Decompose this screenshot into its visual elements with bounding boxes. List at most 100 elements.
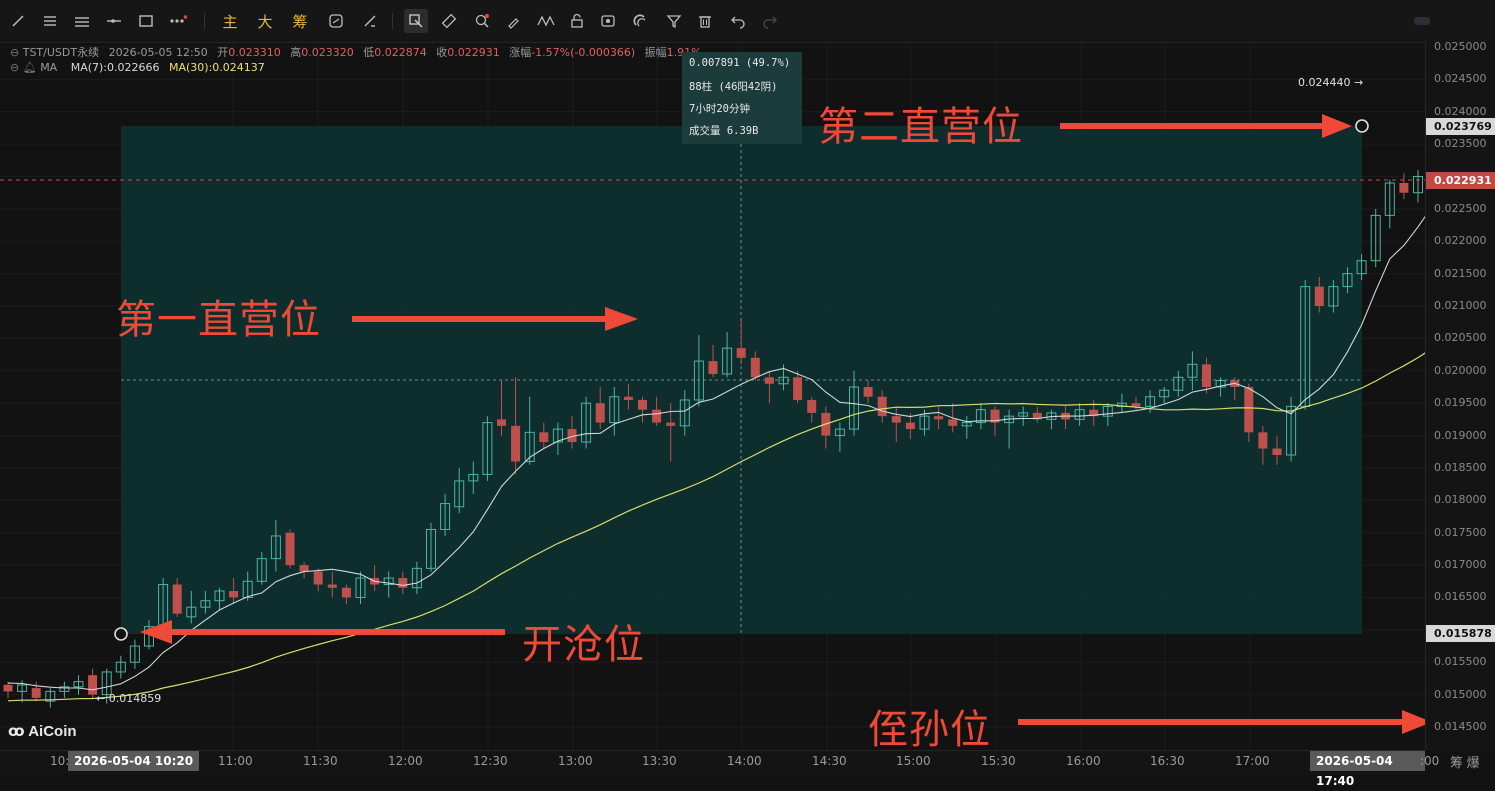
price-tick: 0.014500	[1434, 720, 1487, 733]
candle-up[interactable]	[129, 639, 140, 669]
time-tick: 13:00	[558, 754, 593, 768]
bar-datetime: 2026-05-05 12:50	[108, 46, 208, 59]
eye-icon[interactable]	[596, 9, 620, 33]
main-chart-button[interactable]: 主	[218, 9, 242, 33]
price-tick: 0.017500	[1434, 525, 1487, 539]
time-tick: 12:00	[388, 754, 423, 768]
time-tick-stub: :00	[1420, 754, 1440, 768]
measure-duration: 7小时20分钟	[689, 103, 750, 115]
indicator-info: ⊖ 🔔︎ MA MA(7):0.022666 MA(30):0.024137	[10, 61, 265, 74]
price-tick: 0.018000	[1434, 493, 1487, 507]
candlestick-chart[interactable]	[0, 42, 1425, 750]
first-level-label: 第一直营位	[116, 297, 321, 343]
candle-up[interactable]	[1384, 179, 1395, 229]
trend-line-icon[interactable]	[6, 9, 30, 33]
toolbar-divider	[392, 13, 393, 29]
high-value: 0.023320	[301, 46, 354, 59]
replay-icon[interactable]	[324, 9, 348, 33]
collapse-icon[interactable]: ⊖	[10, 46, 23, 59]
stop-loss-arrow	[1018, 710, 1425, 734]
candle-down[interactable]	[3, 681, 13, 698]
low-value: 0.022874	[374, 46, 427, 59]
time-tick: 14:00	[727, 754, 762, 768]
price-tick: 0.022500	[1434, 201, 1487, 215]
time-tick: 16:30	[1150, 754, 1185, 768]
more-dots-icon[interactable]	[166, 9, 190, 33]
price-tick: 0.022000	[1434, 234, 1487, 248]
price-tick: 0.018500	[1434, 460, 1487, 474]
zoom-icon[interactable]	[470, 9, 494, 33]
lock-icon[interactable]	[565, 9, 589, 33]
horizontal-ray-icon[interactable]	[102, 9, 126, 33]
measure-bar-count: 88柱 (46阳42阴)	[689, 81, 778, 93]
time-tick: 11:30	[303, 754, 338, 768]
undo-icon[interactable]	[726, 9, 750, 33]
ma7-value: MA(7):0.022666	[70, 61, 160, 74]
second-level-label: 第二直营位	[818, 104, 1023, 150]
symbol-name: TST/USDT永续	[22, 46, 100, 59]
time-tick: 16:00	[1066, 754, 1101, 768]
chip-burst-buttons[interactable]: 筹 爆	[1450, 752, 1480, 771]
price-tick: 0.024000	[1434, 104, 1487, 118]
candle-up[interactable]	[1370, 208, 1381, 268]
range-end-time-box: 2026-05-04 17:40	[1310, 751, 1425, 788]
price-tick: 0.023500	[1434, 137, 1487, 151]
current-price-box: 0.022931	[1426, 172, 1495, 189]
filter-icon[interactable]	[662, 9, 686, 33]
window-icon[interactable]	[1410, 9, 1434, 33]
candle-up[interactable]	[115, 655, 126, 679]
candle-up[interactable]	[45, 688, 56, 708]
price-tick: 0.020500	[1434, 331, 1487, 345]
large-orders-button[interactable]: 大	[253, 9, 277, 33]
chips-button[interactable]: 筹	[288, 9, 312, 33]
time-tick-stub: 10:	[50, 754, 70, 768]
close-value: 0.022931	[447, 46, 500, 59]
redo-icon[interactable]	[758, 9, 782, 33]
aicoin-logo: ꝏ AiCoin	[8, 723, 77, 740]
candle-up[interactable]	[59, 681, 70, 698]
candle-down[interactable]	[31, 681, 41, 702]
price-tick: 0.017000	[1434, 558, 1487, 572]
price-tick: 0.021000	[1434, 299, 1487, 313]
candle-up[interactable]	[73, 675, 84, 695]
price-axis[interactable]: 0.0250000.0245000.0240000.0235000.023000…	[1425, 40, 1495, 750]
time-axis[interactable]: 11:00 11:30 12:00 12:30 13:00 13:30 14:00 14:30…	[0, 750, 1439, 788]
toolbar-divider	[204, 13, 205, 29]
indicator-name[interactable]: MA	[40, 61, 57, 74]
price-tick: 0.019000	[1434, 428, 1487, 442]
pattern-icon[interactable]	[534, 9, 558, 33]
rectangle-icon[interactable]	[134, 9, 158, 33]
collapse-icon[interactable]: ⊖	[10, 61, 23, 74]
range-top-price-box: 0.023769	[1426, 118, 1495, 135]
end-point-marker[interactable]	[1355, 119, 1369, 133]
low-price-label: ← 0.014859	[96, 692, 162, 705]
open-position-label: 开沧位	[522, 622, 645, 668]
price-tick: 0.015000	[1434, 687, 1487, 701]
ruler-draw-icon[interactable]	[358, 9, 382, 33]
price-tick: 0.021500	[1434, 266, 1487, 280]
bell-icon[interactable]: 🔔︎	[23, 61, 37, 74]
horizontal-lines-icon[interactable]	[38, 9, 62, 33]
time-tick: 15:30	[981, 754, 1016, 768]
parallel-lines-icon[interactable]	[70, 9, 94, 33]
candle-down[interactable]	[285, 529, 295, 569]
brush-icon[interactable]	[502, 9, 526, 33]
range-start-time-box: 2026-05-04 10:20	[68, 751, 200, 771]
time-tick: 11:00	[218, 754, 253, 768]
candle-down[interactable]	[1399, 173, 1409, 200]
start-point-marker[interactable]	[114, 627, 128, 641]
magnet-icon[interactable]	[628, 9, 652, 33]
price-tick: 0.019500	[1434, 396, 1487, 410]
measure-price-change: 0.007891 (49.7%)	[689, 57, 791, 69]
ruler-icon[interactable]	[437, 9, 461, 33]
trash-icon[interactable]	[693, 9, 717, 33]
candle-up[interactable]	[1413, 170, 1423, 203]
price-range-icon[interactable]	[404, 9, 428, 33]
time-tick: 17:00	[1235, 754, 1270, 768]
measure-volume: 成交量 6.39B	[689, 125, 759, 137]
high-price-label: 0.024440 →	[1298, 76, 1364, 89]
time-tick: 15:00	[896, 754, 931, 768]
price-tick: 0.015500	[1434, 655, 1487, 669]
chart-area[interactable]: 第二直营位 第一直营位 开沧位 侄孙位 0.024440 → ← 0.01485…	[0, 42, 1425, 753]
drawing-toolbar: 主 大 筹	[0, 0, 1495, 43]
